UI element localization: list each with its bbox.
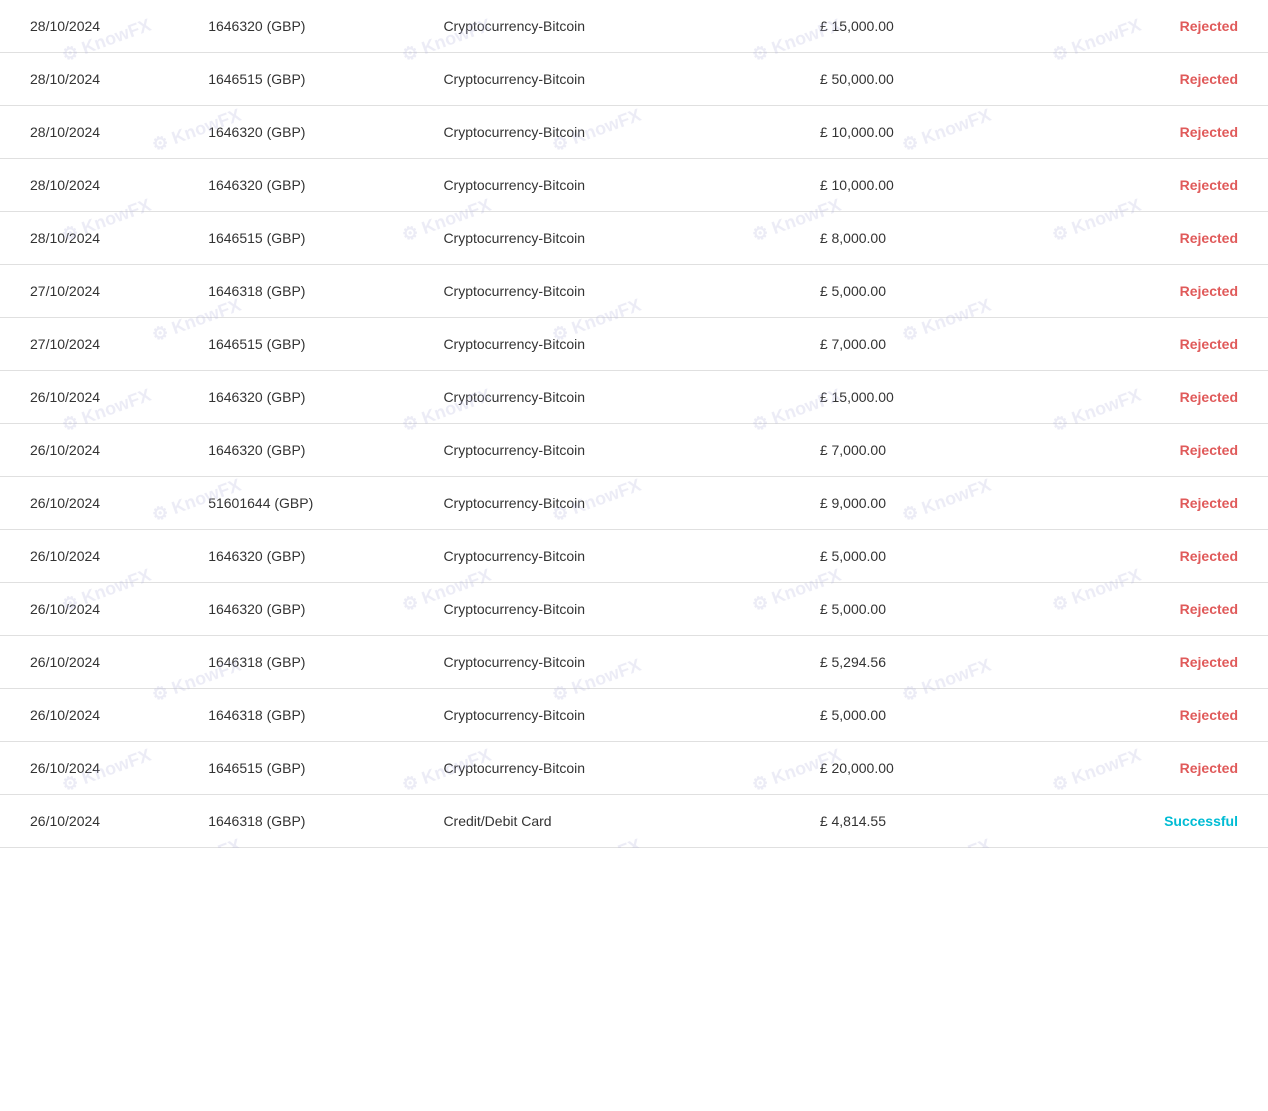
table-row: 26/10/2024 1646320 (GBP) Cryptocurrency-…	[0, 424, 1268, 477]
row-date: 26/10/2024	[0, 583, 188, 636]
table-row: 28/10/2024 1646515 (GBP) Cryptocurrency-…	[0, 212, 1268, 265]
row-method: Cryptocurrency-Bitcoin	[423, 106, 799, 159]
row-amount: £ 15,000.00	[800, 371, 1059, 424]
table-row: 26/10/2024 1646320 (GBP) Cryptocurrency-…	[0, 371, 1268, 424]
table-row: 26/10/2024 51601644 (GBP) Cryptocurrency…	[0, 477, 1268, 530]
table-row: 26/10/2024 1646515 (GBP) Cryptocurrency-…	[0, 742, 1268, 795]
row-status: Rejected	[1059, 318, 1268, 371]
row-account: 1646318 (GBP)	[188, 265, 423, 318]
row-account: 1646515 (GBP)	[188, 318, 423, 371]
transactions-table-container: ⚙ KnowFX⚙ KnowFX⚙ KnowFX⚙ KnowFX⚙ KnowFX…	[0, 0, 1268, 848]
row-date: 26/10/2024	[0, 424, 188, 477]
table-row: 26/10/2024 1646320 (GBP) Cryptocurrency-…	[0, 530, 1268, 583]
row-account: 1646515 (GBP)	[188, 53, 423, 106]
row-status: Rejected	[1059, 424, 1268, 477]
row-method: Cryptocurrency-Bitcoin	[423, 212, 799, 265]
table-row: 26/10/2024 1646318 (GBP) Cryptocurrency-…	[0, 636, 1268, 689]
row-status: Rejected	[1059, 636, 1268, 689]
row-account: 1646515 (GBP)	[188, 212, 423, 265]
row-method: Credit/Debit Card	[423, 795, 799, 848]
row-amount: £ 7,000.00	[800, 424, 1059, 477]
row-date: 26/10/2024	[0, 636, 188, 689]
row-date: 28/10/2024	[0, 0, 188, 53]
table-row: 26/10/2024 1646318 (GBP) Cryptocurrency-…	[0, 689, 1268, 742]
row-method: Cryptocurrency-Bitcoin	[423, 0, 799, 53]
row-account: 1646320 (GBP)	[188, 424, 423, 477]
row-amount: £ 10,000.00	[800, 159, 1059, 212]
row-method: Cryptocurrency-Bitcoin	[423, 583, 799, 636]
row-date: 28/10/2024	[0, 159, 188, 212]
row-date: 26/10/2024	[0, 689, 188, 742]
row-account: 1646320 (GBP)	[188, 106, 423, 159]
row-amount: £ 8,000.00	[800, 212, 1059, 265]
row-account: 1646318 (GBP)	[188, 636, 423, 689]
row-method: Cryptocurrency-Bitcoin	[423, 53, 799, 106]
row-account: 1646318 (GBP)	[188, 795, 423, 848]
row-date: 27/10/2024	[0, 318, 188, 371]
row-account: 1646320 (GBP)	[188, 371, 423, 424]
table-row: 27/10/2024 1646515 (GBP) Cryptocurrency-…	[0, 318, 1268, 371]
transactions-table: 28/10/2024 1646320 (GBP) Cryptocurrency-…	[0, 0, 1268, 848]
row-date: 28/10/2024	[0, 53, 188, 106]
row-amount: £ 7,000.00	[800, 318, 1059, 371]
row-status: Rejected	[1059, 0, 1268, 53]
row-date: 26/10/2024	[0, 742, 188, 795]
table-row: 27/10/2024 1646318 (GBP) Cryptocurrency-…	[0, 265, 1268, 318]
row-amount: £ 5,000.00	[800, 689, 1059, 742]
row-status: Rejected	[1059, 477, 1268, 530]
row-status: Rejected	[1059, 689, 1268, 742]
row-date: 26/10/2024	[0, 530, 188, 583]
row-date: 26/10/2024	[0, 795, 188, 848]
row-account: 1646320 (GBP)	[188, 0, 423, 53]
row-amount: £ 5,294.56	[800, 636, 1059, 689]
row-method: Cryptocurrency-Bitcoin	[423, 742, 799, 795]
row-account: 51601644 (GBP)	[188, 477, 423, 530]
row-method: Cryptocurrency-Bitcoin	[423, 477, 799, 530]
row-status: Rejected	[1059, 371, 1268, 424]
row-method: Cryptocurrency-Bitcoin	[423, 689, 799, 742]
row-status: Successful	[1059, 795, 1268, 848]
row-account: 1646320 (GBP)	[188, 159, 423, 212]
table-row: 26/10/2024 1646318 (GBP) Credit/Debit Ca…	[0, 795, 1268, 848]
row-amount: £ 5,000.00	[800, 530, 1059, 583]
row-amount: £ 9,000.00	[800, 477, 1059, 530]
table-row: 28/10/2024 1646515 (GBP) Cryptocurrency-…	[0, 53, 1268, 106]
table-row: 28/10/2024 1646320 (GBP) Cryptocurrency-…	[0, 159, 1268, 212]
row-account: 1646320 (GBP)	[188, 530, 423, 583]
row-amount: £ 5,000.00	[800, 583, 1059, 636]
row-method: Cryptocurrency-Bitcoin	[423, 424, 799, 477]
row-method: Cryptocurrency-Bitcoin	[423, 265, 799, 318]
row-status: Rejected	[1059, 583, 1268, 636]
table-row: 28/10/2024 1646320 (GBP) Cryptocurrency-…	[0, 0, 1268, 53]
row-amount: £ 50,000.00	[800, 53, 1059, 106]
row-status: Rejected	[1059, 530, 1268, 583]
row-amount: £ 4,814.55	[800, 795, 1059, 848]
row-status: Rejected	[1059, 106, 1268, 159]
row-method: Cryptocurrency-Bitcoin	[423, 159, 799, 212]
row-status: Rejected	[1059, 212, 1268, 265]
row-account: 1646515 (GBP)	[188, 742, 423, 795]
row-amount: £ 15,000.00	[800, 0, 1059, 53]
table-row: 28/10/2024 1646320 (GBP) Cryptocurrency-…	[0, 106, 1268, 159]
row-amount: £ 5,000.00	[800, 265, 1059, 318]
row-account: 1646320 (GBP)	[188, 583, 423, 636]
row-method: Cryptocurrency-Bitcoin	[423, 318, 799, 371]
row-method: Cryptocurrency-Bitcoin	[423, 530, 799, 583]
row-method: Cryptocurrency-Bitcoin	[423, 371, 799, 424]
row-status: Rejected	[1059, 159, 1268, 212]
table-row: 26/10/2024 1646320 (GBP) Cryptocurrency-…	[0, 583, 1268, 636]
row-status: Rejected	[1059, 265, 1268, 318]
row-status: Rejected	[1059, 53, 1268, 106]
row-date: 26/10/2024	[0, 371, 188, 424]
row-date: 28/10/2024	[0, 212, 188, 265]
row-date: 27/10/2024	[0, 265, 188, 318]
row-amount: £ 20,000.00	[800, 742, 1059, 795]
row-status: Rejected	[1059, 742, 1268, 795]
row-date: 28/10/2024	[0, 106, 188, 159]
row-method: Cryptocurrency-Bitcoin	[423, 636, 799, 689]
row-amount: £ 10,000.00	[800, 106, 1059, 159]
row-date: 26/10/2024	[0, 477, 188, 530]
row-account: 1646318 (GBP)	[188, 689, 423, 742]
